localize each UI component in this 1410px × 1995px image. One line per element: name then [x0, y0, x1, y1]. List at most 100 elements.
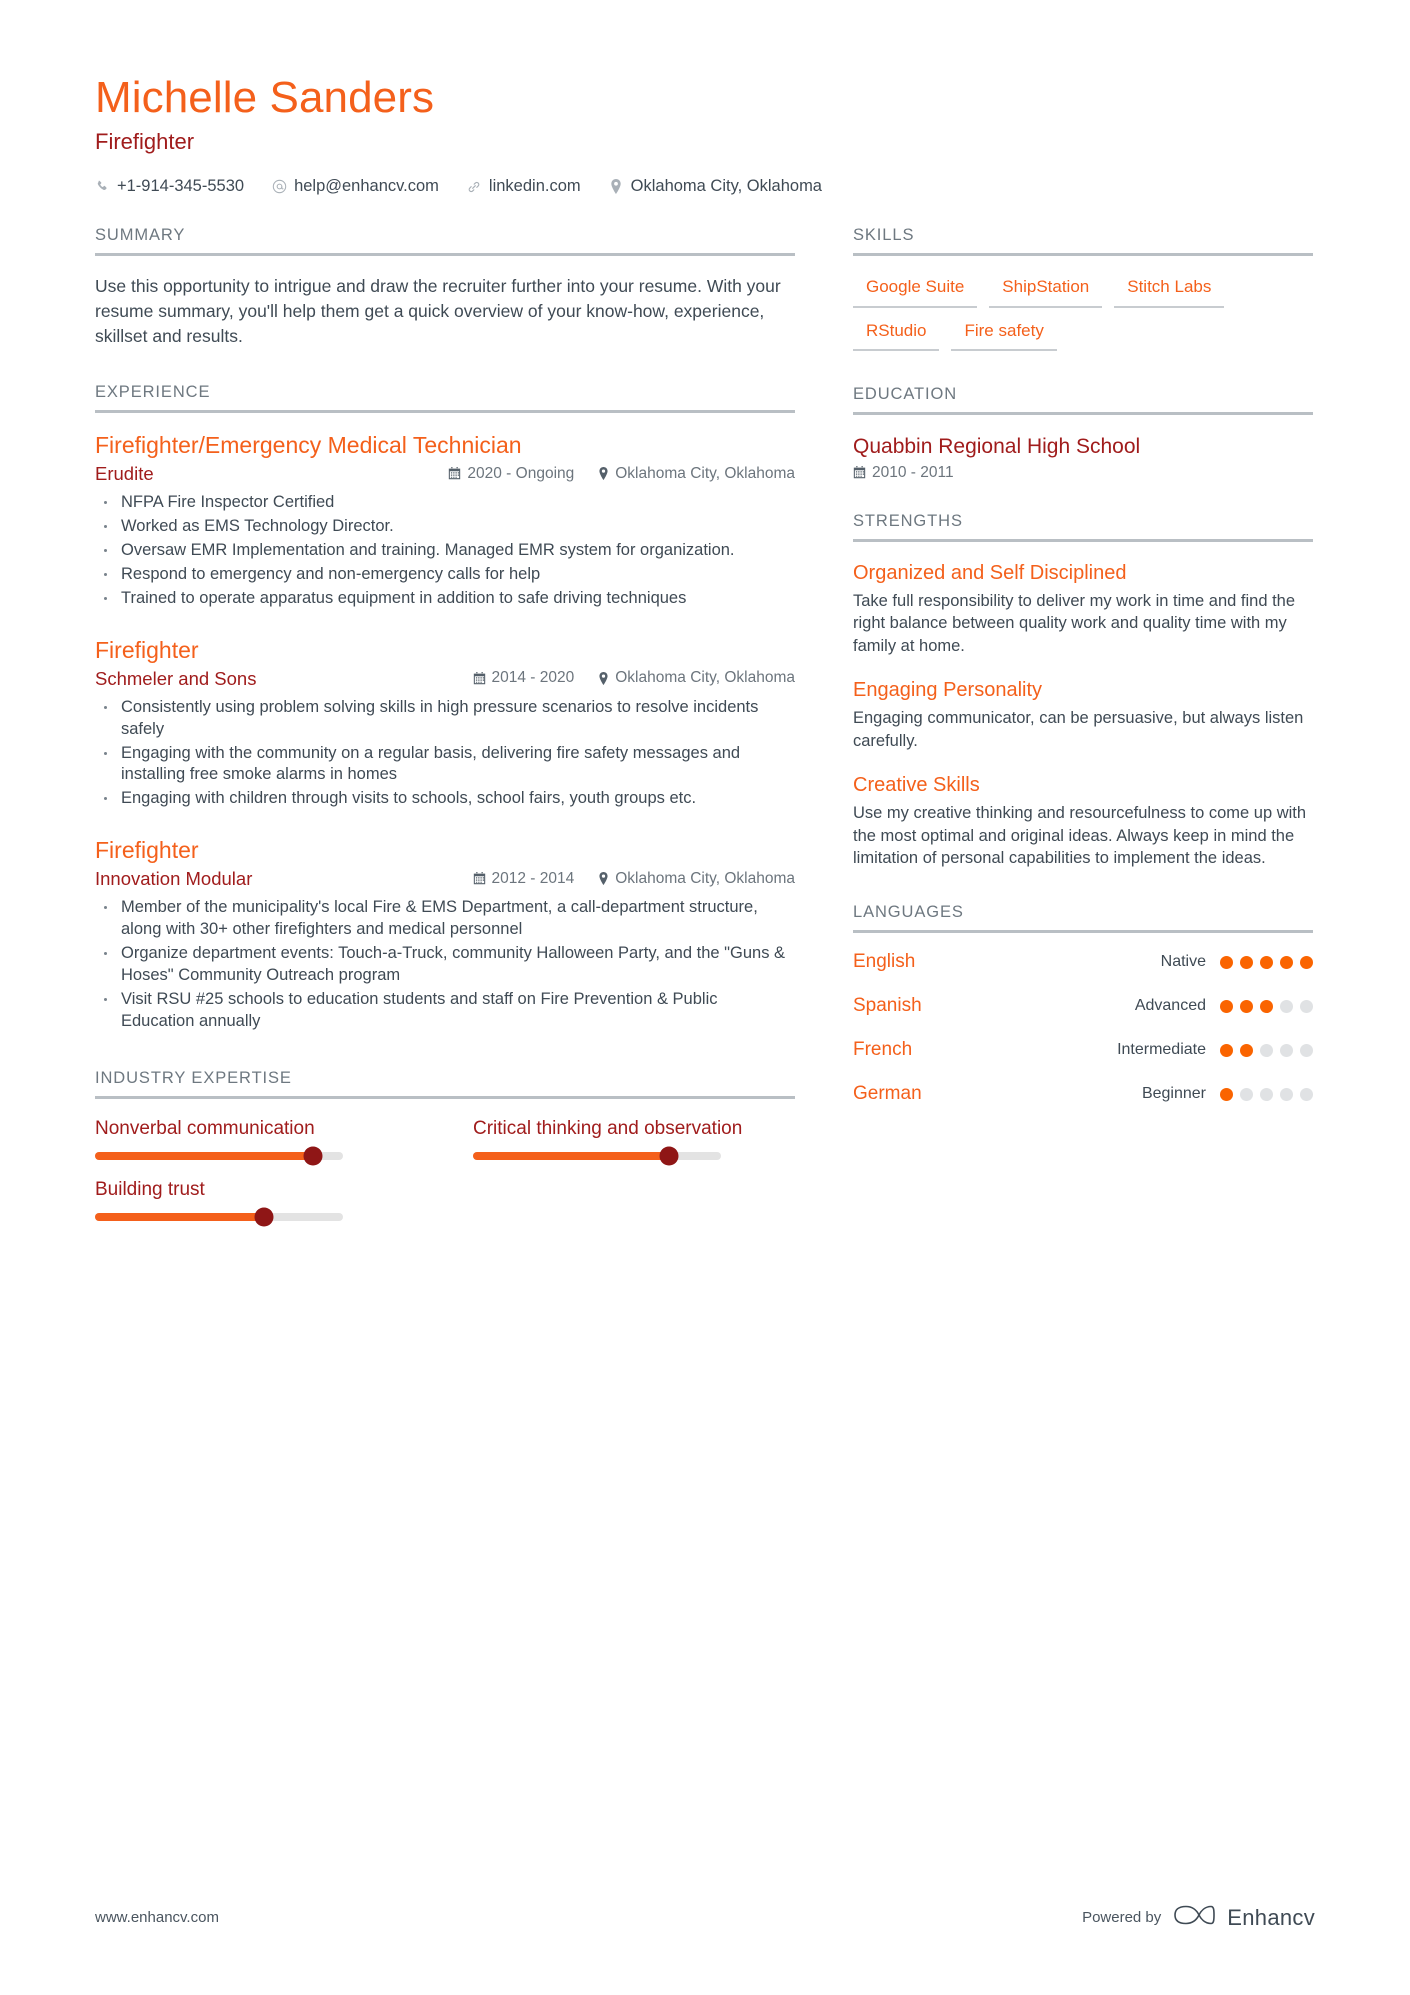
- skill-tag[interactable]: RStudio: [853, 318, 940, 351]
- experience-dates: 2012 - 2014: [473, 869, 575, 888]
- footer-branding: Powered by Enhancv: [1082, 1902, 1315, 1933]
- rating-dot-filled: [1260, 955, 1273, 969]
- language-level: Intermediate: [1117, 1041, 1206, 1059]
- enhancv-logo-icon: [1173, 1902, 1216, 1933]
- skill-tag[interactable]: Fire safety: [951, 318, 1057, 351]
- right-column: SKILLS Google Suite ShipStation Stitch L…: [853, 226, 1313, 1221]
- experience-role: Firefighter: [95, 837, 199, 864]
- left-column: SUMMARY Use this opportunity to intrigue…: [95, 226, 795, 1227]
- language-rating-dots: [1220, 955, 1313, 969]
- language-name: English: [853, 951, 916, 973]
- expertise-label: Building trust: [95, 1178, 205, 1200]
- calendar-icon: [448, 467, 461, 480]
- experience-company: Schmeler and Sons: [95, 667, 257, 689]
- experience-dates-value: 2012 - 2014: [491, 869, 575, 887]
- slider-thumb[interactable]: [659, 1146, 679, 1166]
- divider: [853, 930, 1313, 934]
- contact-email-value: help@enhancv.com: [294, 177, 439, 196]
- experience-location-value: Oklahoma City, Oklahoma: [615, 464, 795, 482]
- strength-title: Creative Skills: [853, 774, 980, 797]
- email-icon: [272, 179, 287, 195]
- footer-url[interactable]: www.enhancv.com: [95, 1909, 219, 1926]
- header-job-title: Firefighter: [95, 128, 195, 154]
- experience-meta: Schmeler and Sons 2014 - 2020 Oklahoma C…: [95, 668, 795, 690]
- summary-heading: SUMMARY: [95, 226, 186, 245]
- rating-dot-filled: [1260, 999, 1273, 1013]
- experience-role: Firefighter/Emergency Medical Technician: [95, 432, 522, 459]
- rating-dot-empty: [1240, 1087, 1253, 1101]
- divider: [95, 410, 795, 414]
- experience-dates: 2020 - Ongoing: [448, 465, 574, 483]
- rating-dot-empty: [1260, 1087, 1273, 1101]
- section-experience: EXPERIENCE Firefighter/Emergency Medical…: [95, 383, 795, 1032]
- list-item: Consistently using problem solving skill…: [95, 697, 795, 741]
- education-school: Quabbin Regional High School: [853, 434, 1141, 458]
- experience-bullets: NFPA Fire Inspector Certified Worked as …: [95, 492, 795, 610]
- divider: [95, 253, 795, 257]
- phone-icon: [95, 179, 110, 195]
- expertise-slider[interactable]: [473, 1146, 721, 1166]
- expertise-grid: Nonverbal communication Critical thinkin…: [95, 1117, 795, 1227]
- rating-dot-empty: [1280, 1043, 1293, 1057]
- experience-entry: Firefighter Schmeler and Sons 2014 - 202…: [95, 636, 795, 810]
- slider-thumb[interactable]: [303, 1146, 323, 1166]
- section-languages: LANGUAGES English Native Spanish Advance…: [853, 903, 1313, 1105]
- skill-tag[interactable]: Google Suite: [853, 274, 978, 308]
- section-skills: SKILLS Google Suite ShipStation Stitch L…: [853, 226, 1313, 351]
- list-item: Visit RSU #25 schools to education stude…: [95, 989, 795, 1033]
- list-item: Member of the municipality's local Fire …: [95, 897, 795, 941]
- contact-email[interactable]: help@enhancv.com: [272, 177, 439, 196]
- contact-link-value: linkedin.com: [488, 177, 581, 196]
- experience-dates-value: 2014 - 2020: [491, 669, 575, 687]
- section-strengths: STRENGTHS Organized and Self Disciplined…: [853, 512, 1313, 870]
- location-pin-icon: [598, 671, 609, 685]
- strength-item: Creative Skills Use my creative thinking…: [853, 772, 1313, 869]
- divider: [853, 538, 1313, 542]
- expertise-item: Critical thinking and observation: [473, 1117, 794, 1166]
- contact-link[interactable]: linkedin.com: [467, 177, 581, 196]
- section-summary: SUMMARY Use this opportunity to intrigue…: [95, 226, 795, 349]
- slider-thumb[interactable]: [254, 1207, 274, 1227]
- contact-row: +1-914-345-5530 help@enhancv.com linkedi…: [95, 177, 1315, 196]
- experience-location-value: Oklahoma City, Oklahoma: [615, 669, 795, 687]
- skill-tag[interactable]: Stitch Labs: [1114, 274, 1225, 308]
- location-pin-icon: [598, 872, 609, 886]
- location-pin-icon: [609, 179, 624, 195]
- list-item: Oversaw EMR Implementation and training.…: [95, 540, 795, 562]
- rating-dot-empty: [1300, 999, 1313, 1013]
- list-item: Worked as EMS Technology Director.: [95, 516, 795, 538]
- experience-location-value: Oklahoma City, Oklahoma: [615, 869, 795, 887]
- industry-expertise-heading: INDUSTRY EXPERTISE: [95, 1068, 292, 1087]
- experience-company: Erudite: [95, 463, 154, 485]
- calendar-icon: [473, 671, 486, 685]
- rating-dot-filled: [1220, 1087, 1233, 1101]
- rating-dot-filled: [1240, 955, 1253, 969]
- expertise-slider[interactable]: [95, 1207, 343, 1227]
- rating-dot-empty: [1280, 999, 1293, 1013]
- experience-bullets: Consistently using problem solving skill…: [95, 697, 795, 811]
- contact-phone[interactable]: +1-914-345-5530: [95, 177, 244, 196]
- experience-location: Oklahoma City, Oklahoma: [598, 465, 795, 483]
- skill-tag[interactable]: ShipStation: [989, 274, 1103, 308]
- skills-tag-list: Google Suite ShipStation Stitch Labs RSt…: [853, 274, 1313, 351]
- strength-title: Organized and Self Disciplined: [853, 561, 1127, 584]
- page-title: Michelle Sanders: [95, 73, 435, 122]
- education-heading: EDUCATION: [853, 384, 958, 403]
- section-industry-expertise: INDUSTRY EXPERTISE Nonverbal communicati…: [95, 1068, 795, 1227]
- experience-company: Innovation Modular: [95, 868, 253, 890]
- experience-heading: EXPERIENCE: [95, 383, 211, 402]
- expertise-item: Nonverbal communication: [95, 1117, 416, 1166]
- language-name: German: [853, 1083, 922, 1105]
- language-name: Spanish: [853, 995, 922, 1017]
- strength-item: Organized and Self Disciplined Take full…: [853, 560, 1313, 657]
- education-dates-value: 2010 - 2011: [872, 463, 954, 481]
- experience-meta: Innovation Modular 2012 - 2014 Oklahoma: [95, 868, 795, 890]
- language-row: English Native: [853, 951, 1313, 973]
- rating-dot-empty: [1300, 1043, 1313, 1057]
- expertise-slider[interactable]: [95, 1146, 343, 1166]
- contact-location[interactable]: Oklahoma City, Oklahoma: [609, 177, 822, 196]
- rating-dot-empty: [1280, 1087, 1293, 1101]
- divider: [853, 411, 1313, 415]
- contact-location-value: Oklahoma City, Oklahoma: [630, 177, 822, 196]
